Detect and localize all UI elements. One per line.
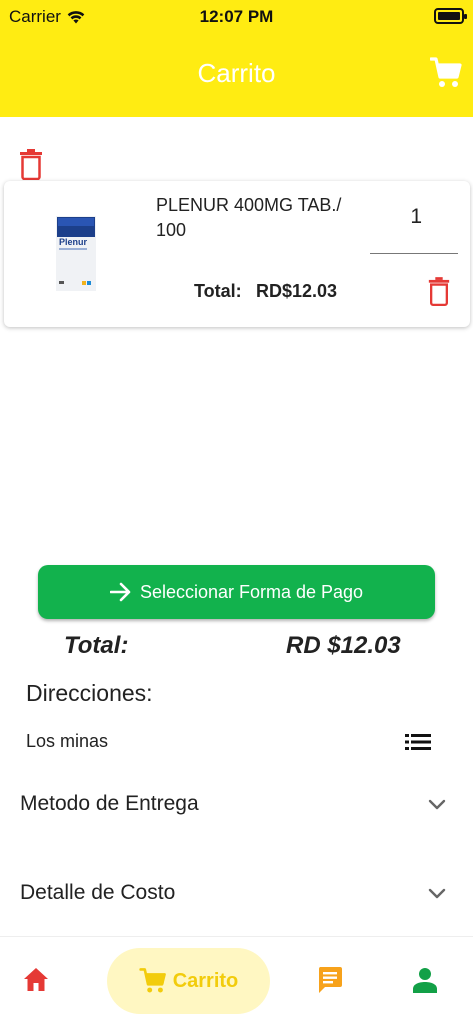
header: Carrier 12:07 PM Carrito: [0, 0, 473, 117]
product-image: Plenur: [56, 216, 96, 291]
chevron-down-icon: [428, 888, 446, 899]
delivery-method-row[interactable]: Metodo de Entrega: [20, 792, 452, 822]
address-list-icon[interactable]: [405, 732, 431, 752]
page-title: Carrito: [197, 58, 276, 88]
delete-item-icon[interactable]: [427, 275, 451, 307]
product-name: PLENUR 400MG TAB./ 100: [156, 195, 342, 240]
message-icon[interactable]: [317, 966, 343, 994]
status-time: 12:07 PM: [199, 7, 274, 26]
quantity-input[interactable]: 1: [370, 199, 458, 254]
cost-detail-row[interactable]: Detalle de Costo: [20, 881, 452, 911]
address-label: Direcciones:: [26, 680, 153, 706]
status-bar: Carrier 12:07 PM: [0, 0, 473, 34]
battery-icon: [434, 8, 467, 24]
chevron-down-icon: [428, 799, 446, 810]
delete-all-icon[interactable]: [18, 148, 44, 180]
cost-detail-label: Detalle de Costo: [20, 881, 176, 904]
select-payment-label: Seleccionar Forma de Pago: [139, 581, 364, 602]
quantity-value: 1: [410, 205, 422, 228]
item-total-value: RD$12.03: [256, 281, 338, 301]
item-total-label: Total:: [194, 281, 242, 301]
cart-icon: [139, 968, 166, 993]
summary-total-label: Total:: [64, 632, 129, 659]
svg-text:Plenur: Plenur: [59, 237, 88, 247]
delivery-method-label: Metodo de Entrega: [20, 792, 199, 815]
profile-icon[interactable]: [413, 967, 437, 993]
summary-total-value: RD $12.03: [286, 632, 401, 659]
tab-cart-label: Carrito: [172, 969, 239, 992]
home-icon[interactable]: [23, 967, 49, 993]
select-payment-button[interactable]: Seleccionar Forma de Pago: [38, 565, 435, 619]
bottom-tab-bar: Carrito: [0, 936, 473, 1024]
tab-cart[interactable]: Carrito: [107, 948, 270, 1014]
cart-icon[interactable]: [430, 56, 462, 90]
arrow-right-icon: [109, 582, 131, 602]
cart-item-card: Plenur PLENUR 400MG TAB./ 100 1 Total: R…: [4, 181, 470, 327]
address-value: Los minas: [26, 731, 109, 751]
